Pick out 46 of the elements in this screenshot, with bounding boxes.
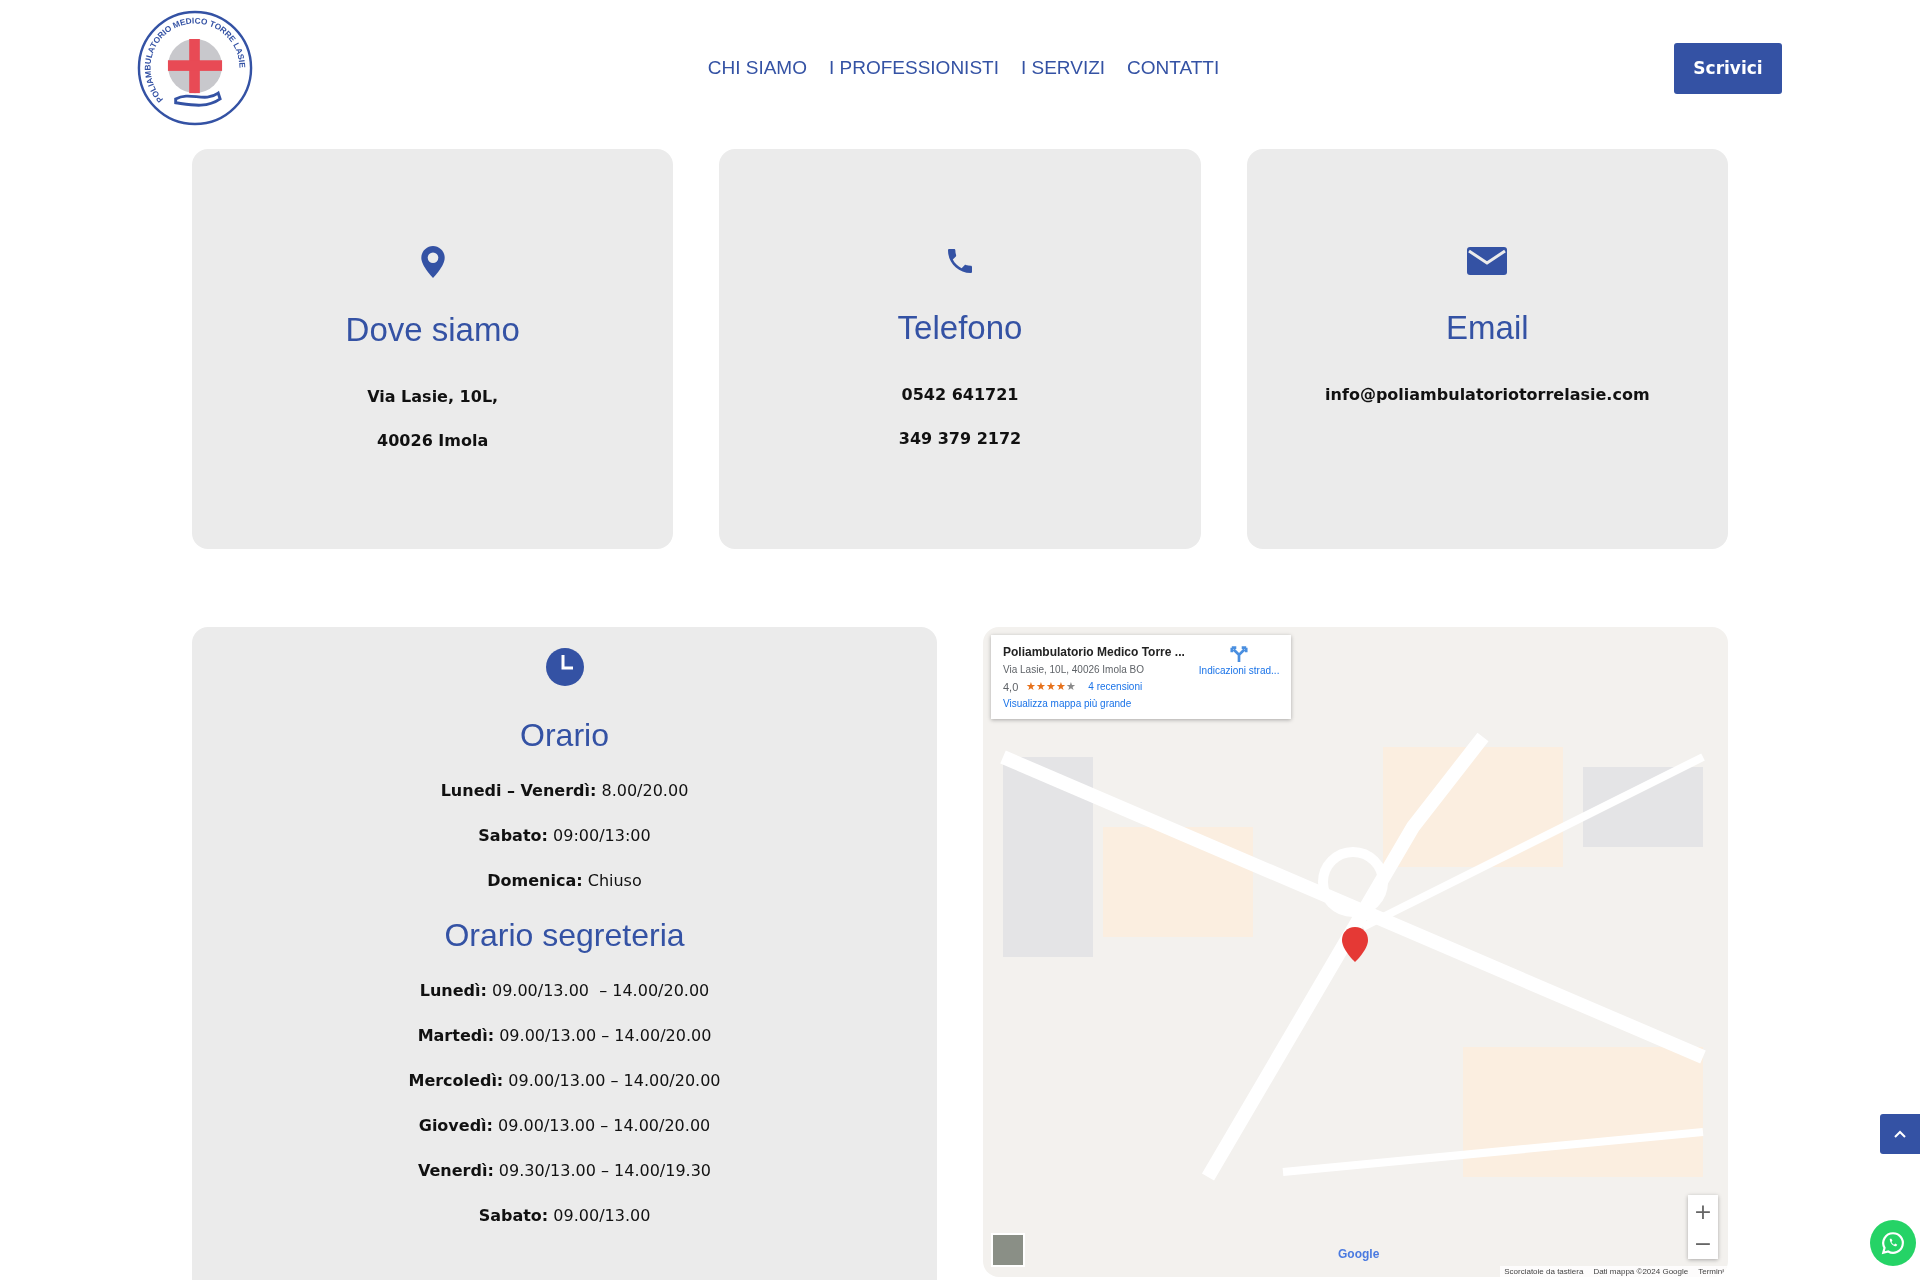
rating-stars: ★★★★★ (1026, 680, 1077, 693)
office-hours-title: Orario segreteria (444, 917, 685, 954)
hours-line: Domenica: Chiuso (487, 870, 642, 892)
satellite-thumbnail[interactable] (991, 1233, 1025, 1267)
contact-detail: 349 379 2172 (898, 428, 1022, 450)
hours-title: Orario (520, 717, 609, 754)
place-address: Via Lasie, 10L, 40026 Imola BO (1003, 664, 1146, 675)
map-attribution-link[interactable]: Termini (1698, 1267, 1724, 1276)
nav-link[interactable]: I SERVIZI (1020, 57, 1106, 79)
contact-detail: Via Lasie, 10L, (367, 386, 499, 408)
location-pin-icon (419, 245, 446, 279)
nav-link[interactable]: CONTATTI (1127, 57, 1220, 79)
zoom-in-button[interactable]: + (1688, 1195, 1718, 1227)
nav-link[interactable]: I PROFESSIONISTI (828, 57, 999, 79)
clock-icon (544, 647, 585, 687)
contact-detail: info@poliambulatoriotorrelasie.com (1325, 384, 1650, 406)
contact-detail: 40026 Imola (377, 430, 489, 452)
back-to-top-button[interactable] (1880, 1114, 1920, 1154)
map-logo: Google (1338, 1247, 1380, 1261)
map-attribution-link[interactable]: Scorciatoie da tastiera (1504, 1267, 1584, 1276)
hours-line: Mercoledì: 09.00/13.00 – 14.00/20.00 (408, 1070, 721, 1092)
chat-button[interactable] (1870, 1220, 1916, 1266)
hours-line: Venerdì: 09.30/13.00 – 14.00/19.30 (417, 1160, 712, 1182)
nav-link[interactable]: CHI SIAMO (707, 57, 807, 79)
card-title: Email (1446, 309, 1529, 347)
reviews-link[interactable]: 4 recensioni (1088, 681, 1143, 692)
directions-link[interactable]: Indicazioni strad... (1198, 645, 1280, 709)
card-title: Telefono (897, 309, 1023, 347)
chat-phone-icon (1880, 1230, 1906, 1256)
write-button[interactable]: Scrivici (1674, 42, 1782, 94)
hours-line: Lunedi – Venerdì: 8.00/20.00 (440, 780, 689, 802)
map-attribution-link[interactable]: Dati mappa ©2024 Google (1593, 1267, 1689, 1276)
map-pin-icon (1342, 927, 1368, 962)
hours-line: Lunedì: 09.00/13.00 – 14.00/20.00 (419, 980, 710, 1002)
directions-icon (1230, 645, 1249, 663)
place-name: Poliambulatorio Medico Torre ... (1003, 645, 1185, 659)
card-title: Dove siamo (345, 311, 520, 349)
zoom-out-button[interactable]: − (1688, 1227, 1718, 1259)
larger-map-link[interactable]: Visualizza mappa più grande (1003, 698, 1185, 709)
contact-detail: 0542 641721 (901, 384, 1019, 406)
hours-line: Sabato: 09:00/13:00 (478, 825, 651, 847)
hours-line: Sabato: 09.00/13.00 (478, 1205, 651, 1227)
hours-line: Giovedì: 09.00/13.00 – 14.00/20.00 (418, 1115, 711, 1137)
envelope-icon (1467, 245, 1508, 277)
rating-value: 4,0 (1003, 680, 1019, 693)
hours-line: Martedì: 09.00/13.00 – 14.00/20.00 (417, 1025, 712, 1047)
